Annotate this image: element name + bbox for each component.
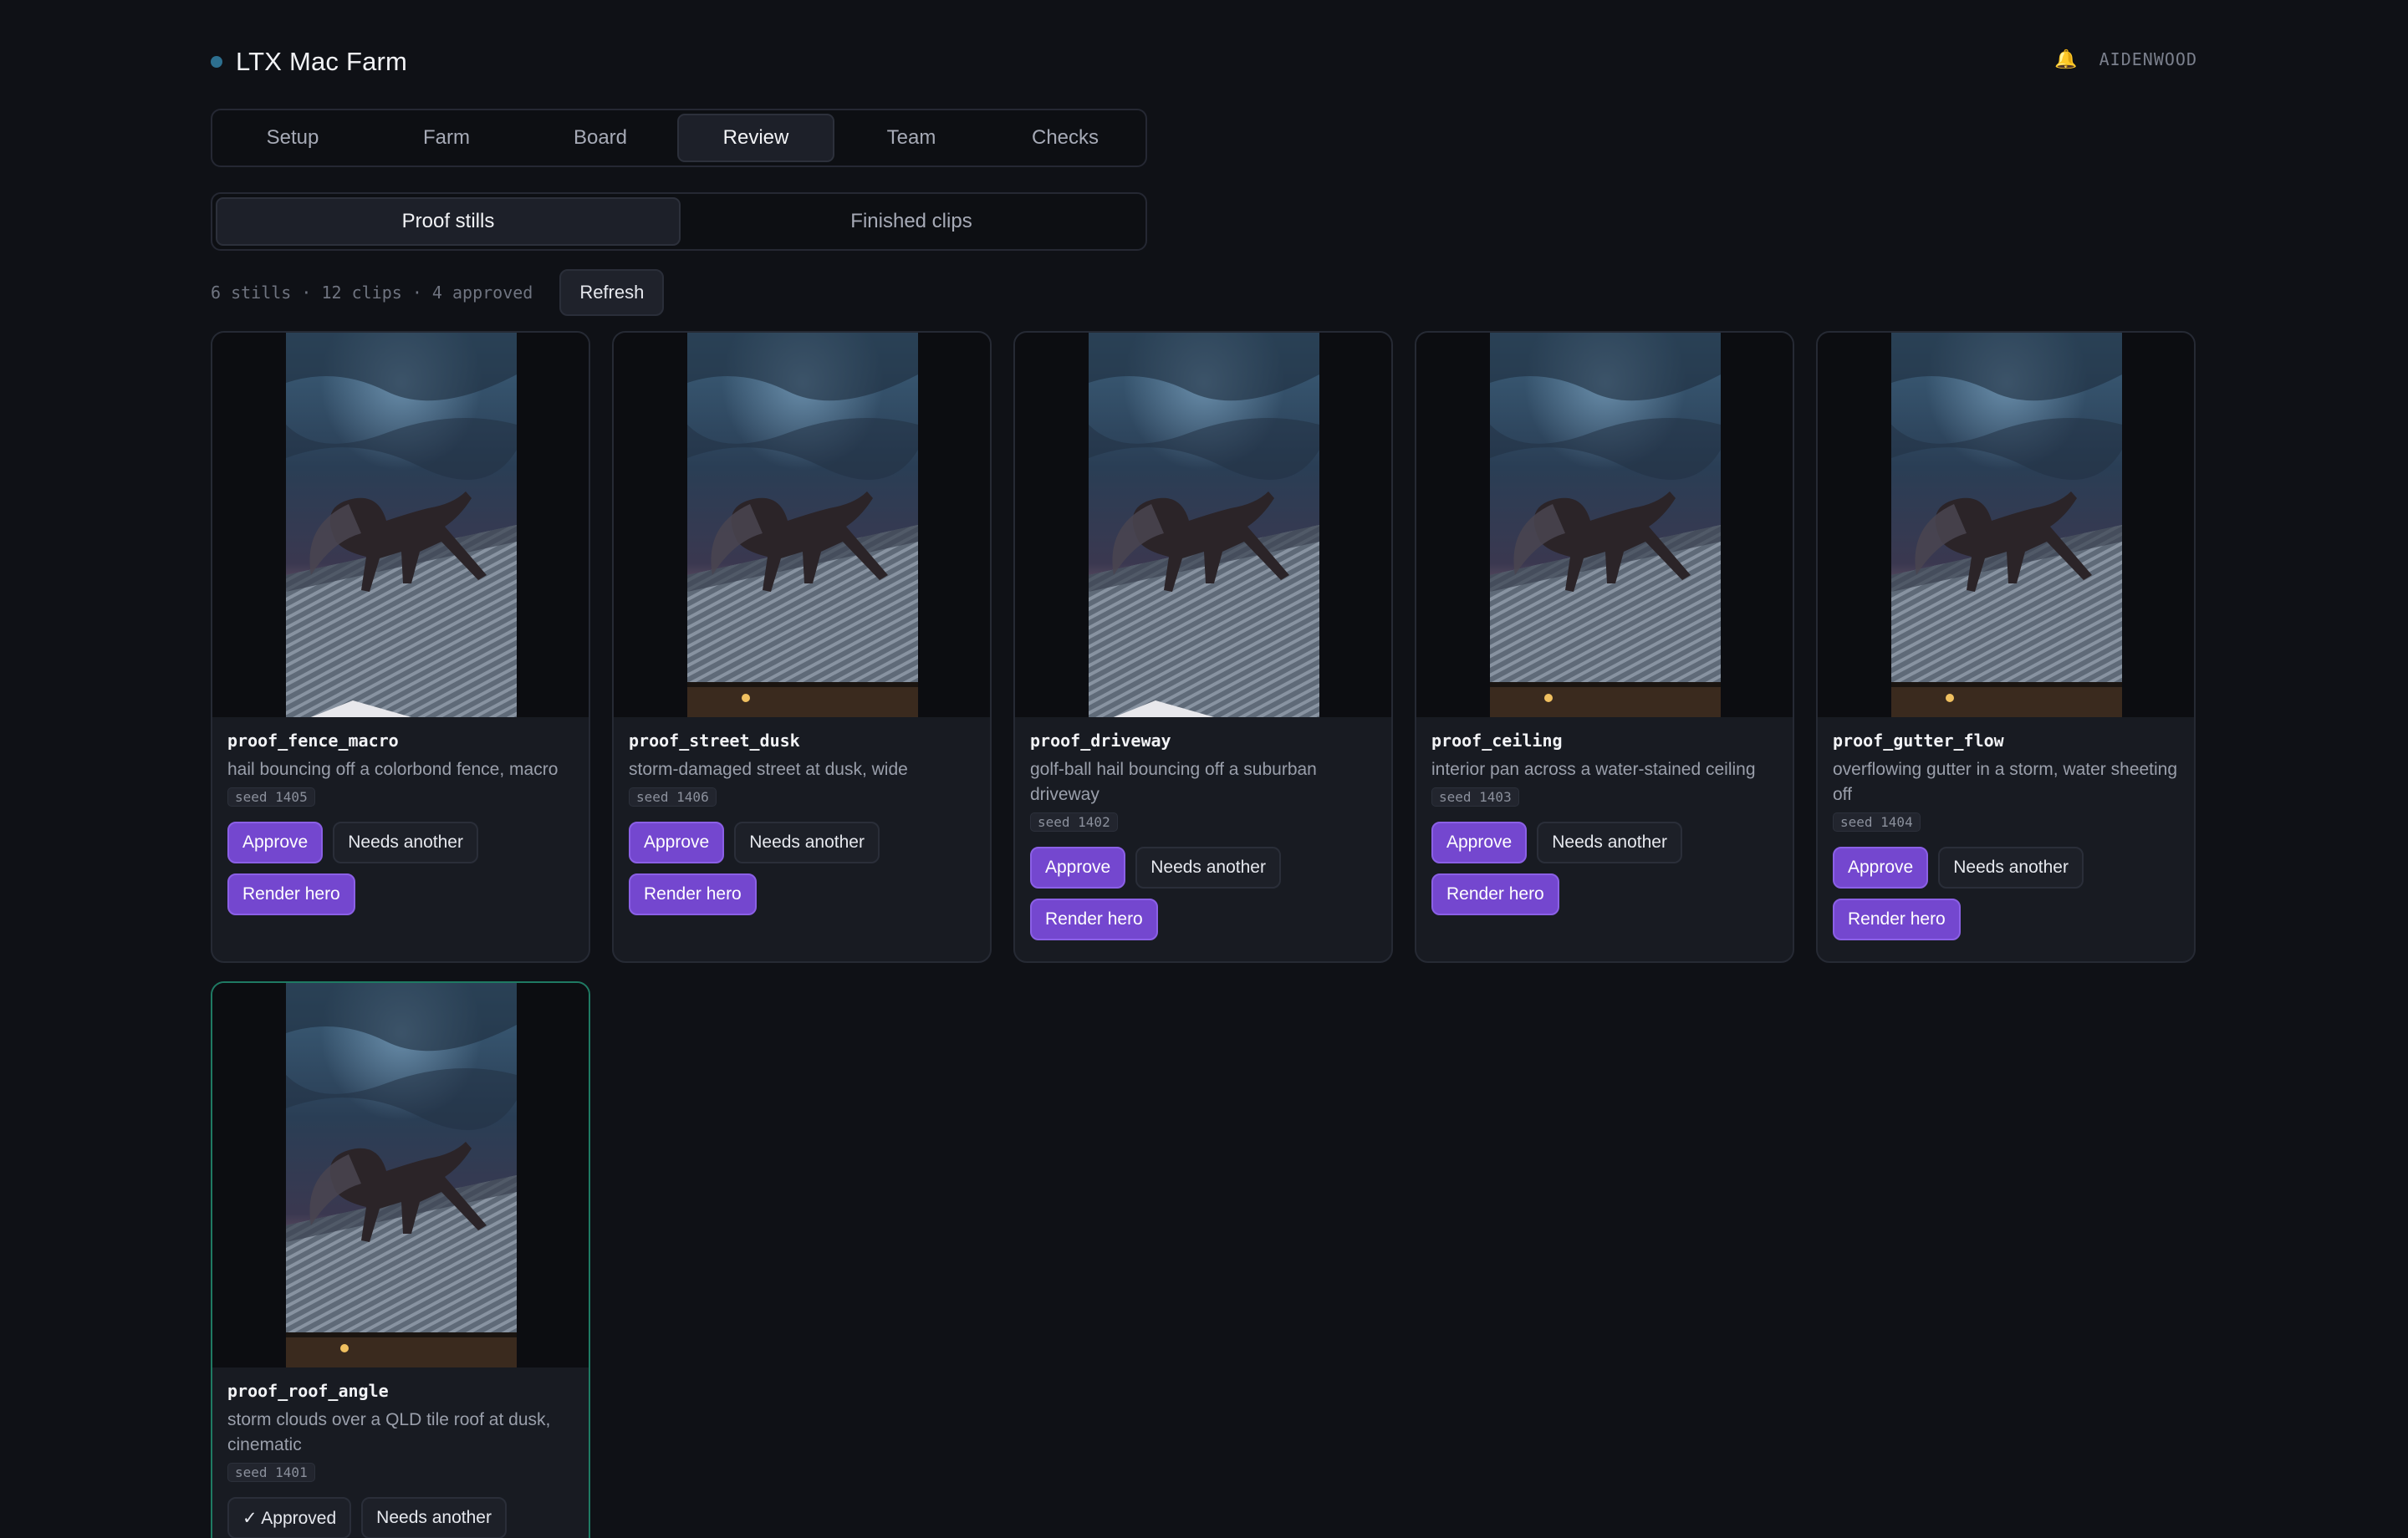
needs-another-button[interactable]: Needs another xyxy=(734,822,880,863)
user-name[interactable]: AIDENWOOD xyxy=(2099,49,2197,69)
seed-badge: seed 1401 xyxy=(227,1463,315,1482)
proof-name: proof_ceiling xyxy=(1431,731,1563,751)
approve-button[interactable]: Approve xyxy=(1833,847,1929,889)
stats-row: 6 stills · 12 clips · 4 approved Refresh xyxy=(211,269,665,316)
user-area[interactable]: 🔔 AIDENWOOD xyxy=(2054,48,2197,70)
proof-card[interactable]: proof_ceiling interior pan across a wate… xyxy=(1415,331,1794,963)
proof-image xyxy=(286,333,517,717)
seed-badge: seed 1404 xyxy=(1833,812,1921,832)
proof-thumbnail[interactable] xyxy=(212,333,589,717)
proof-image xyxy=(1089,333,1319,717)
proof-description: storm-damaged street at dusk, wide xyxy=(629,760,908,779)
app-title: LTX Mac Farm xyxy=(236,47,408,76)
needs-another-button[interactable]: Needs another xyxy=(333,822,478,863)
render-hero-button[interactable]: Render hero xyxy=(227,873,355,915)
needs-another-button[interactable]: Needs another xyxy=(1938,847,2084,889)
approved-button[interactable]: ✓ Approved xyxy=(227,1497,352,1538)
proof-image xyxy=(1891,333,2122,717)
needs-another-button[interactable]: Needs another xyxy=(1537,822,1682,863)
tab-setup[interactable]: Setup xyxy=(216,114,370,162)
card-actions: Approve Needs another Render hero xyxy=(629,822,975,915)
card-actions: Approve Needs another Render hero xyxy=(1833,847,2179,940)
needs-another-button[interactable]: Needs another xyxy=(361,1497,507,1538)
proof-description: golf-ball hail bouncing off a suburban d… xyxy=(1030,760,1317,804)
seed-badge: seed 1405 xyxy=(227,787,315,807)
card-actions: Approve Needs another Render hero xyxy=(1431,822,1778,915)
tab-review[interactable]: Review xyxy=(677,114,834,162)
review-subtabs: Proof stills Finished clips xyxy=(211,192,1147,251)
approve-button[interactable]: Approve xyxy=(1431,822,1528,863)
proof-description: storm clouds over a QLD tile roof at dus… xyxy=(227,1410,551,1454)
render-hero-button[interactable]: Render hero xyxy=(1030,899,1158,940)
proof-thumbnail[interactable] xyxy=(212,983,589,1367)
proof-name: proof_roof_angle xyxy=(227,1381,389,1401)
seed-badge: seed 1402 xyxy=(1030,812,1118,832)
proof-image xyxy=(687,333,918,717)
render-hero-button[interactable]: Render hero xyxy=(1431,873,1559,915)
proof-name: proof_driveway xyxy=(1030,731,1171,751)
approve-button[interactable]: Approve xyxy=(227,822,324,863)
proof-description: interior pan across a water-stained ceil… xyxy=(1431,760,1756,779)
proof-thumbnail[interactable] xyxy=(1818,333,2194,717)
proof-description: overflowing gutter in a storm, water she… xyxy=(1833,760,2178,804)
proof-name: proof_fence_macro xyxy=(227,731,399,751)
subtab-proof-stills[interactable]: Proof stills xyxy=(216,197,681,246)
proof-name: proof_gutter_flow xyxy=(1833,731,2004,751)
main-tabs: Setup Farm Board Review Team Checks xyxy=(211,109,1147,167)
proof-description: hail bouncing off a colorbond fence, mac… xyxy=(227,760,559,779)
seed-badge: seed 1403 xyxy=(1431,787,1519,807)
render-hero-button[interactable]: Render hero xyxy=(1833,899,1961,940)
tab-board[interactable]: Board xyxy=(523,114,677,162)
tab-farm[interactable]: Farm xyxy=(370,114,523,162)
approve-button[interactable]: Approve xyxy=(1030,847,1126,889)
proof-card[interactable]: proof_fence_macro hail bouncing off a co… xyxy=(211,331,590,963)
subtab-finished-clips[interactable]: Finished clips xyxy=(681,197,1142,246)
proof-image xyxy=(1490,333,1721,717)
card-actions: Approve Needs another Render hero xyxy=(227,822,574,915)
approve-button[interactable]: Approve xyxy=(629,822,725,863)
tab-team[interactable]: Team xyxy=(834,114,988,162)
tab-checks[interactable]: Checks xyxy=(988,114,1142,162)
proof-image xyxy=(286,983,517,1367)
render-hero-button[interactable]: Render hero xyxy=(629,873,757,915)
stats-summary: 6 stills · 12 clips · 4 approved xyxy=(211,283,533,303)
proof-thumbnail[interactable] xyxy=(614,333,990,717)
bell-icon[interactable]: 🔔 xyxy=(2054,48,2077,70)
app-header: LTX Mac Farm 🔔 AIDENWOOD xyxy=(211,43,2197,80)
proof-card[interactable]: proof_roof_angle storm clouds over a QLD… xyxy=(211,981,590,1538)
card-actions: Approve Needs another Render hero xyxy=(1030,847,1376,940)
proof-thumbnail[interactable] xyxy=(1015,333,1391,717)
seed-badge: seed 1406 xyxy=(629,787,717,807)
proof-name: proof_street_dusk xyxy=(629,731,800,751)
proof-thumbnail[interactable] xyxy=(1416,333,1793,717)
proof-card[interactable]: proof_street_dusk storm-damaged street a… xyxy=(612,331,992,963)
status-dot xyxy=(211,56,222,68)
proof-card[interactable]: proof_driveway golf-ball hail bouncing o… xyxy=(1013,331,1393,963)
card-actions: ✓ Approved Needs another xyxy=(227,1497,574,1538)
needs-another-button[interactable]: Needs another xyxy=(1135,847,1281,889)
refresh-button[interactable]: Refresh xyxy=(559,269,665,316)
proof-card[interactable]: proof_gutter_flow overflowing gutter in … xyxy=(1816,331,2196,963)
